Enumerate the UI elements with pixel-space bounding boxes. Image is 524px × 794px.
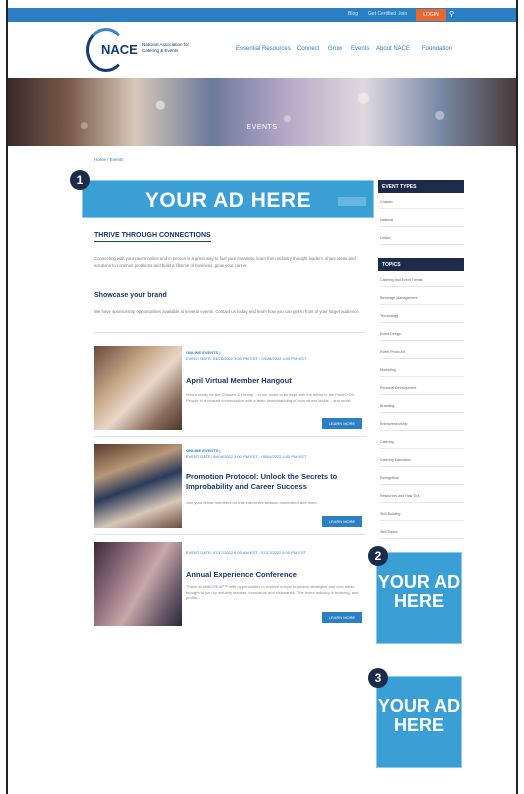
ad-number-badge: 3 [368,668,388,688]
site-header: NACE National Association for Catering &… [8,22,516,78]
event-card: ONLINE EVENTS | EVENT DATE: 05/04/2022 3… [94,444,368,530]
logo[interactable]: NACE [101,42,138,57]
browser-page: Blog Get Certified Join LOGIN ⚲ NACE Nat… [6,0,518,794]
hero-banner: EVENTS [8,78,516,146]
ad-square-bottom-text: YOUR AD HERE [377,696,461,735]
event-date: EVENT DATE: 05/04/2022 3:00 PM EST - 05/… [186,454,307,459]
event-description: Who's ready for the Chicken & Hiccup... … [186,392,356,403]
sidebar-item[interactable]: Technology [380,314,464,323]
sidebar-item[interactable]: Catering and Event Trends [380,278,464,287]
divider [94,534,366,535]
nav-connect[interactable]: Connect [297,46,319,52]
sidebar-item[interactable]: Beverage Management [380,296,464,305]
event-description: Thrive at #NACEEXP™ with opportunities t… [186,584,359,600]
learn-more-button[interactable]: LEARN MORE [322,612,362,623]
event-card: ONLINE EVENTS | EVENT DATE: 04/28/2022 3… [94,346,368,432]
sub-text: We have sponsorship opportunities availa… [94,309,360,314]
logo-subtitle: National Association for Catering & Even… [142,42,190,53]
learn-more-button[interactable]: LEARN MORE [322,516,362,527]
sidebar-item[interactable]: Event Design [380,332,464,341]
sidebar-item[interactable]: Catering Education [380,458,464,467]
sidebar-item[interactable]: Marketing [380,368,464,377]
hero-title: EVENTS [246,124,278,131]
utility-link-certified[interactable]: Get Certified [368,11,396,17]
sidebar-item[interactable]: Skill Topics [380,530,464,539]
divider [94,436,366,437]
sidebar-item[interactable]: Event Photo Art [380,350,464,359]
utility-bar: Blog Get Certified Join LOGIN ⚲ [8,8,516,22]
sidebar-item[interactable]: Skill Building [380,512,464,521]
sidebar-item[interactable]: Branding [380,404,464,413]
breadcrumb[interactable]: Home / Events [94,157,124,162]
event-title[interactable]: Annual Experience Conference [186,570,366,580]
ad-number-badge: 1 [70,170,90,190]
sidebar-item[interactable]: Chapter [380,200,464,209]
ad-number-badge: 2 [368,546,388,566]
event-date: EVENT DATE: 04/28/2022 3:00 PM EST - 04/… [186,356,307,361]
event-image[interactable] [94,444,182,528]
event-title[interactable]: Promotion Protocol: Unlock the Secrets t… [186,472,366,491]
event-category[interactable]: ONLINE EVENTS | [186,350,220,355]
ad-banner-top-text: YOUR AD HERE [144,189,312,212]
nav-about[interactable]: About NACE [376,46,410,52]
nav-foundation[interactable]: Foundation [422,46,452,52]
sidebar-item[interactable]: National [380,218,464,227]
ad-square-middle-text: YOUR AD HERE [377,572,461,611]
sidebar-item[interactable]: Catering [380,440,464,449]
hero-bokeh-image [8,78,516,146]
nav-essential-resources[interactable]: Essential Resources [236,46,291,52]
section-title: THRIVE THROUGH CONNECTIONS [94,232,211,242]
learn-more-button[interactable]: LEARN MORE [322,418,362,429]
ad-banner-button [338,197,366,206]
event-card: EVENT DATE: 07/17/2022 8:00 AM EST - 07/… [94,542,368,628]
event-title[interactable]: April Virtual Member Hangout [186,376,366,386]
sidebar-item[interactable]: Personal Development [380,386,464,395]
utility-link-blog[interactable]: Blog [348,11,358,17]
event-category[interactable]: ONLINE EVENTS | [186,448,220,453]
search-icon[interactable]: ⚲ [449,10,454,18]
utility-link-join[interactable]: Join [398,11,407,17]
sidebar-item[interactable]: Entrepreneurship [380,422,464,431]
event-date: EVENT DATE: 07/17/2022 8:00 AM EST - 07/… [186,550,307,555]
event-image[interactable] [94,346,182,430]
event-image[interactable] [94,542,182,626]
sidebar-heading-event-types: EVENT TYPES [378,180,464,193]
login-button[interactable]: LOGIN [416,9,446,21]
ad-square-bottom[interactable]: YOUR AD HERE [376,676,462,768]
ad-banner-top[interactable]: YOUR AD HERE [82,180,374,218]
ad-square-middle[interactable]: YOUR AD HERE [376,552,462,644]
nav-grow[interactable]: Grow [328,46,342,52]
sidebar-item[interactable]: Recognition [380,476,464,485]
nav-events[interactable]: Events [351,46,369,52]
sidebar-heading-topics: TOPICS [378,258,464,271]
section-text: Connecting with your peers online and in… [94,256,356,268]
sub-title: Showcase your brand [94,292,167,299]
divider [94,332,366,333]
sidebar-item[interactable]: Online [380,236,464,245]
event-description: Join your fellow members for this intera… [186,500,318,505]
sidebar-item[interactable]: Resources and How To's [380,494,464,503]
